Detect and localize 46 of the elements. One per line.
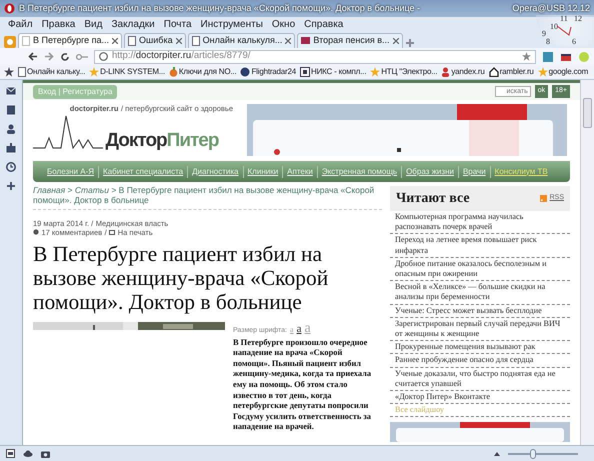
bookmark[interactable]: Flightradar24 <box>240 66 296 78</box>
menu-item[interactable]: Вид <box>84 17 102 32</box>
site-logo[interactable]: ДокторПитер <box>106 131 218 150</box>
menu-item[interactable]: Правка <box>42 17 76 32</box>
app-version: Opera@USB 12.12 <box>512 2 590 16</box>
tab[interactable]: В Петербурге па... <box>18 33 122 48</box>
clock-number: 12 <box>574 15 582 23</box>
bookmark[interactable]: rambler.ru <box>488 66 534 78</box>
sidebar-link[interactable]: Прокуренные помещения вызывают рак <box>390 341 570 354</box>
clock-number: 10 <box>550 23 558 31</box>
window-title: В Петербурге пациент избил на вызове женщину-врача «Скорой помощи». Доктор в больнице - <box>19 2 420 16</box>
article-lead: В Петербурге произошло очередное нападение на врача «Скорой помощи». Пьяный пациент избил женщину-медика, когда та приехала ему на помощь. Об этом стало известно в тот день, когда петербургские депутаты попросили Госдуму усилить ответственность за нападение на врачей. <box>233 338 372 433</box>
menu-item[interactable]: Окно <box>272 17 296 32</box>
article-headline: В Петербурге пациент избил на вызове женщину-врача «Скорой помощи». Доктор в больнице <box>33 242 330 314</box>
tab[interactable]: Вторая пенсия в... <box>297 33 403 48</box>
menu-item[interactable]: Почта <box>164 17 192 32</box>
sidebar-link[interactable]: Дробное питание оказалось бесполезным и опасным при ожирении <box>390 258 570 282</box>
breadcrumb: Главная > Статьи > В Петербурге пациент избил на вызове женщину-врача «Скорой помощи». Доктор в больнице <box>33 185 374 205</box>
sidebar-title: Читают все <box>396 190 470 208</box>
clock-number: 6 <box>572 38 576 46</box>
bookmark[interactable]: НИКС - компл... <box>300 66 366 78</box>
sidebar-link[interactable]: Зарегистрирован первый случай передачи ВИЧ от женщины к женщине <box>390 318 570 342</box>
font-size-option[interactable]: а <box>296 324 302 335</box>
sidebar-link[interactable]: Ученые: Стресс может вызвать бесплодие <box>390 304 570 318</box>
menu-item[interactable]: Закладки <box>111 17 155 32</box>
bookmark[interactable]: yandex.ru <box>441 66 485 78</box>
clock-number: 9 <box>542 30 546 38</box>
tab[interactable]: Ошибка <box>124 33 186 48</box>
sidebar-link[interactable]: Ученые доказали, что быстро поднятая еда не считается упавшей <box>390 368 570 392</box>
clock-number: 8 <box>546 38 550 46</box>
sidebar-link[interactable]: «Доктор Питер» Вконтакте <box>390 391 570 404</box>
bookmark[interactable]: D-LINK SYSTEM... <box>89 66 165 78</box>
sidebar-link[interactable]: Переход на летнее время повышает риск инфаркта <box>390 234 570 258</box>
bookmark[interactable]: Ключи для NO... <box>168 66 236 78</box>
clock-number: 11 <box>560 15 568 23</box>
sidebar-link[interactable]: Раннее пробуждение опасно для сердца <box>390 354 570 368</box>
menu-item[interactable]: Инструменты <box>200 17 263 32</box>
bookmark[interactable]: google.com <box>538 66 588 78</box>
bookmark[interactable]: Онлайн кальку... <box>18 66 86 78</box>
sidebar-link[interactable]: Компьютерная программа научилась распознавать почерк врачей <box>390 211 570 234</box>
tab[interactable]: Онлайн калькуля... <box>188 33 296 48</box>
address-field[interactable]: http://doctorpiter.ru/articles/8779/ <box>94 50 536 64</box>
menu-item[interactable]: Файл <box>8 17 33 32</box>
menu-item[interactable]: Справка <box>304 17 344 32</box>
sidebar-link[interactable]: Весной в «Хеликсе» — большие скидки на анализы при беременности <box>390 281 570 305</box>
bookmark[interactable]: НТЦ "Электро... <box>370 66 438 78</box>
